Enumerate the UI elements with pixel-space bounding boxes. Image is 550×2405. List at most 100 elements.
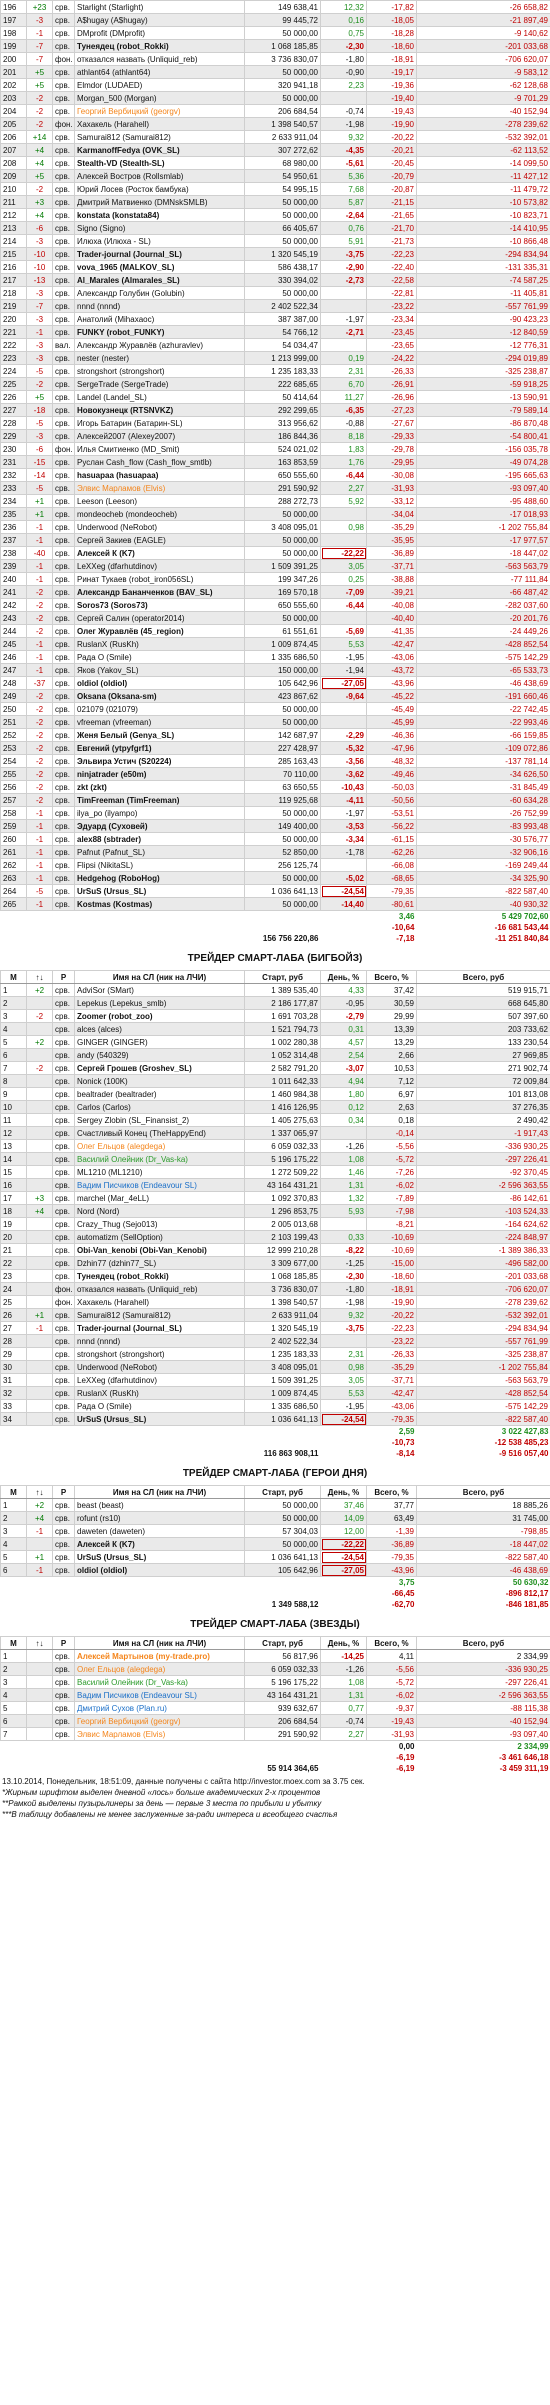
- day-percent-cell: 2,27: [320, 481, 367, 495]
- rank-cell: 245: [0, 637, 27, 651]
- trader-name-cell: Новокузнецк (RTSNVKZ): [74, 403, 245, 417]
- table-row: 228 -5 срв. Игорь Батарин (Батарин-SL) 313 9…: [0, 416, 550, 430]
- rank-cell: 222: [0, 338, 27, 352]
- summary-row: 0,00 2 334,99: [1, 1741, 550, 1753]
- type-cell: срв.: [52, 1035, 75, 1049]
- table-row: 28 срв. nnnd (nnnd) 2 402 522,34 -23,22 -557 …: [0, 1334, 550, 1348]
- type-cell: срв.: [52, 806, 75, 820]
- total-percent-cell: -36,89: [366, 1537, 417, 1551]
- trader-name-cell: Олег Журавлёв (45_region): [74, 624, 245, 638]
- trader-name-cell: Элвис Марламов (Elvis): [74, 1727, 245, 1741]
- type-cell: срв.: [52, 780, 75, 794]
- rank-cell: 210: [0, 182, 27, 196]
- total-rub-cell: -557 761,99: [416, 299, 550, 313]
- type-cell: срв.: [52, 1009, 75, 1023]
- trader-name-cell: Юрий Лосев (Росток бамбука): [74, 182, 245, 196]
- day-percent-cell: -1,95: [320, 1399, 367, 1413]
- rank-change-cell: -5: [26, 884, 53, 898]
- total-rub-cell: -336 930,25: [416, 1139, 550, 1153]
- total-rub-cell: -532 392,01: [416, 1308, 550, 1322]
- column-header: Старт, руб: [244, 1636, 321, 1650]
- day-percent-cell: [320, 702, 367, 716]
- day-percent-cell: -5,69: [320, 624, 367, 638]
- rank-change-cell: -1: [26, 832, 53, 846]
- total-rub-cell: -18 447,02: [416, 1537, 550, 1551]
- total-rub-cell: -34 626,50: [416, 767, 550, 781]
- start-capital-cell: 1 335 686,50: [244, 650, 321, 664]
- total-rub-cell: -92 370,45: [416, 1165, 550, 1179]
- rank-cell: 246: [0, 650, 27, 664]
- start-capital-cell: 50 000,00: [244, 1498, 321, 1512]
- report-sheet: 196 +23 срв. Starlight (Starlight) 149 638,4…: [0, 0, 550, 1820]
- day-percent-cell: -2,29: [320, 728, 367, 742]
- total-rub-cell: -822 587,40: [416, 1550, 550, 1564]
- rank-cell: 262: [0, 858, 27, 872]
- total-percent-cell: -34,04: [366, 507, 417, 521]
- column-header: Имя на СЛ (ник на ЛЧИ): [74, 1485, 245, 1499]
- trader-name-cell: Morgan_500 (Morgan): [74, 91, 245, 105]
- table-row: 33 срв. Рада О (Smile) 1 335 686,50 -1,95 -43…: [0, 1399, 550, 1413]
- trader-name-cell: nester (nester): [74, 351, 245, 365]
- summary-start-capital: [245, 911, 321, 923]
- table-row: 214 -3 срв. Илюха (Илюха - SL) 50 000,00 5,91…: [0, 234, 550, 248]
- trader-name-cell: strongshort (strongshort): [74, 1347, 245, 1361]
- summary-total-percent: -6,19: [396, 1753, 415, 1762]
- type-cell: срв.: [52, 637, 75, 651]
- rank-change-cell: +5: [26, 78, 53, 92]
- total-percent-cell: -7,26: [366, 1165, 417, 1179]
- summary-total-rub: 2 334,99: [517, 1742, 549, 1751]
- rank-change-cell: +1: [26, 1550, 53, 1564]
- trader-name-cell: Василий Олейник (Dr_Vas-ka): [74, 1152, 245, 1166]
- trader-name-cell: UrSuS (Ursus_SL): [74, 884, 245, 898]
- summary-row: -66,45 -896 812,17: [1, 1588, 550, 1599]
- summary-total-percent: -10,73: [391, 1438, 415, 1447]
- type-cell: срв.: [52, 468, 75, 482]
- type-cell: срв.: [52, 39, 75, 53]
- day-percent-cell: -1,97: [320, 312, 367, 326]
- rank-cell: 7: [0, 1727, 27, 1741]
- trader-name-cell: UrSuS (Ursus_SL): [74, 1412, 245, 1426]
- total-rub-cell: -428 852,54: [416, 1386, 550, 1400]
- rank-change-cell: [26, 1701, 53, 1715]
- rank-change-cell: -1: [26, 871, 53, 885]
- trader-name-cell: A$hugay (A$hugay): [74, 13, 245, 27]
- start-capital-cell: 1 320 545,19: [244, 247, 321, 261]
- day-percent-cell: -5,61: [320, 156, 367, 170]
- total-percent-cell: 6,97: [366, 1087, 417, 1101]
- start-capital-cell: 50 000,00: [244, 1537, 321, 1551]
- table-row: 24 фон. отказался назвать (Unliquid_reb) 3 …: [0, 1282, 550, 1296]
- total-rub-cell: -563 563,79: [416, 1373, 550, 1387]
- total-percent-cell: -23,22: [366, 1334, 417, 1348]
- type-cell: срв.: [52, 1191, 75, 1205]
- trader-name-cell: 021079 (021079): [74, 702, 245, 716]
- trader-name-cell: Яков (Yakov_SL): [74, 663, 245, 677]
- total-rub-cell: -2 596 363,55: [416, 1688, 550, 1702]
- trader-name-cell: daweten (daweten): [74, 1524, 245, 1538]
- day-percent-cell: -1,78: [320, 845, 367, 859]
- start-capital-cell: 56 817,96: [244, 1649, 321, 1663]
- rank-change-cell: +1: [26, 494, 53, 508]
- day-percent-cell: 1,31: [320, 1688, 367, 1702]
- day-percent-cell: 4,57: [320, 1035, 367, 1049]
- rank-change-cell: -1: [26, 897, 53, 911]
- trader-name-cell: Сергей Салин (operator2014): [74, 611, 245, 625]
- total-percent-cell: -37,71: [366, 1373, 417, 1387]
- trader-name-cell: Kostmas (Kostmas): [74, 897, 245, 911]
- rank-cell: 7: [0, 1061, 27, 1075]
- total-rub-cell: -93 097,40: [416, 481, 550, 495]
- table-row: 211 +3 срв. Дмитрий Матвиенко (DMNskSMLB) 50…: [0, 195, 550, 209]
- total-rub-cell: -17 977,57: [416, 533, 550, 547]
- start-capital-cell: 150 000,00: [244, 663, 321, 677]
- type-cell: срв.: [52, 1165, 75, 1179]
- trader-name-cell: nnnd (nnnd): [74, 1334, 245, 1348]
- start-capital-cell: 2 005 013,68: [244, 1217, 321, 1231]
- trader-name-cell: Рада О (Smile): [74, 1399, 245, 1413]
- day-percent-cell: 0,25: [320, 572, 367, 586]
- trader-name-cell: marchel (Mar_4eLL): [74, 1191, 245, 1205]
- type-cell: фон.: [52, 1295, 75, 1309]
- start-capital-cell: 288 272,73: [244, 494, 321, 508]
- total-rub-cell: -201 033,68: [416, 1269, 550, 1283]
- rank-change-cell: -3: [26, 429, 53, 443]
- rank-change-cell: -1: [26, 533, 53, 547]
- day-percent-cell: -3,75: [320, 1321, 367, 1335]
